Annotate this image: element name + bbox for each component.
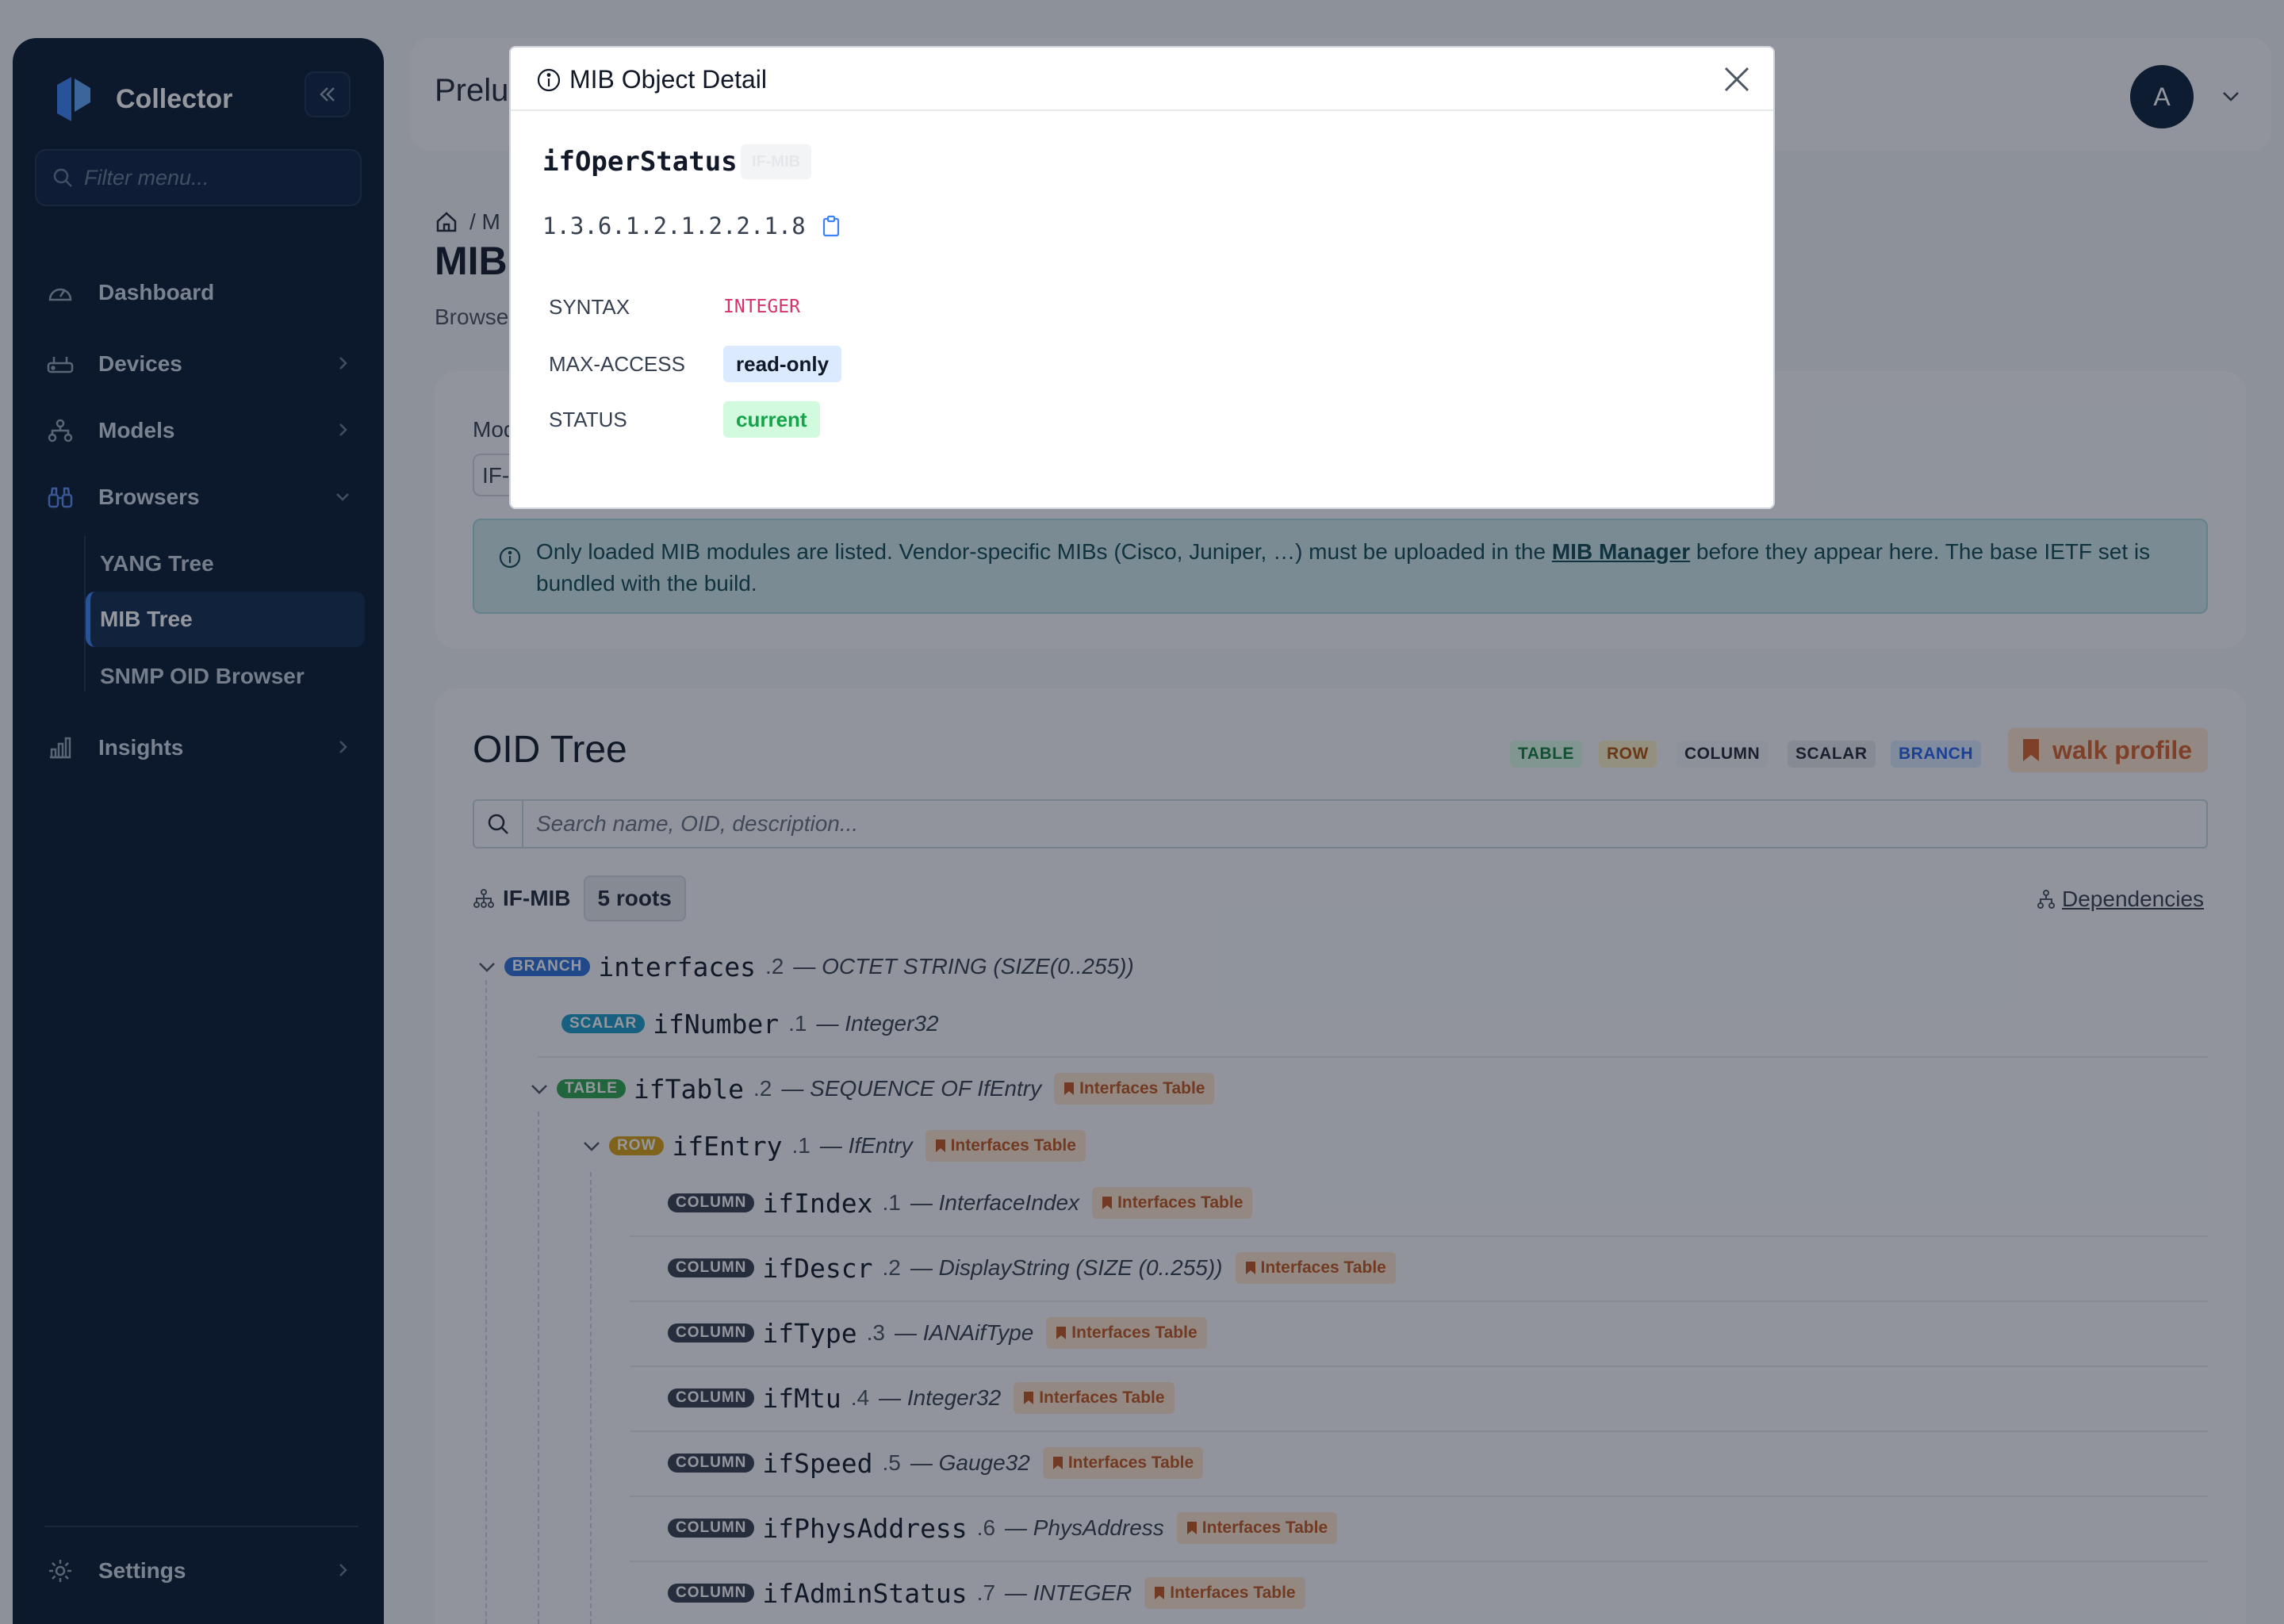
syntax-value: INTEGER (723, 297, 800, 317)
close-icon[interactable] (1721, 63, 1753, 95)
syntax-label: SYNTAX (549, 295, 630, 319)
max-access-label: MAX-ACCESS (549, 352, 685, 376)
oid-value: 1.3.6.1.2.1.2.2.1.8 (542, 213, 806, 239)
modal-title-text: MIB Object Detail (569, 65, 767, 94)
status-badge: current (723, 401, 820, 438)
object-name: ifOperStatus (542, 146, 738, 178)
object-oid: 1.3.6.1.2.1.2.2.1.8 (542, 213, 841, 239)
object-mib-badge: IF-MIB (741, 144, 812, 179)
modal-title: MIB Object Detail (536, 65, 767, 94)
clipboard-icon[interactable] (822, 215, 841, 237)
mib-object-detail-modal: MIB Object Detail ifOperStatus IF-MIB 1.… (509, 46, 1775, 509)
status-label: STATUS (549, 408, 627, 431)
max-access-badge: read-only (723, 346, 842, 382)
info-icon (537, 68, 561, 91)
modal-header: MIB Object Detail (511, 48, 1773, 111)
